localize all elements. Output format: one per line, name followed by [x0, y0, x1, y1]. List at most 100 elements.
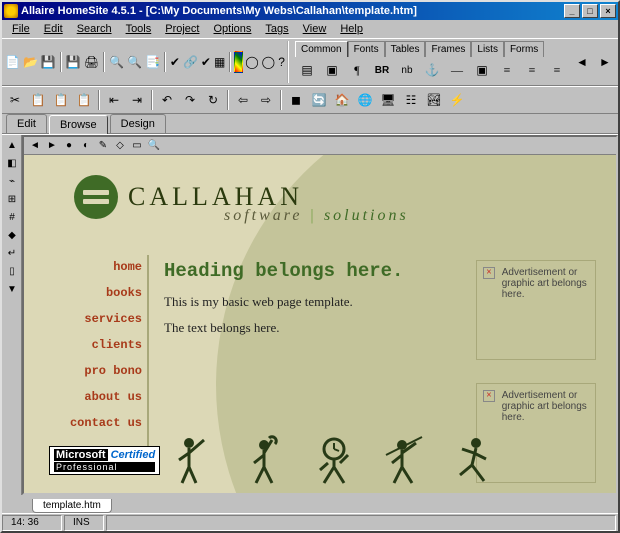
nav-books[interactable]: books: [54, 286, 142, 300]
anchor-button[interactable]: ⚓: [420, 59, 444, 81]
nav-about-us[interactable]: about us: [54, 390, 142, 404]
view-tab-edit[interactable]: Edit: [6, 114, 47, 133]
spell-check-button[interactable]: ✔: [200, 51, 212, 73]
nav-services[interactable]: services: [54, 312, 142, 326]
image-button[interactable]: ▣: [470, 59, 494, 81]
print-button[interactable]: 🖨: [83, 51, 100, 73]
help-button[interactable]: ?: [277, 51, 286, 73]
replace-button[interactable]: 🔍: [126, 51, 143, 73]
browser-doc-icon[interactable]: ▭: [130, 139, 144, 153]
refresh-button[interactable]: 🔄: [308, 89, 330, 111]
link-check-button[interactable]: 🔗: [182, 51, 199, 73]
cat-tab-frames[interactable]: Frames: [425, 41, 471, 57]
browser-back-icon[interactable]: ◄: [28, 139, 42, 153]
maximize-button[interactable]: □: [582, 4, 598, 18]
menu-tools[interactable]: Tools: [120, 22, 158, 36]
cat-scroll-right-button[interactable]: ►: [594, 51, 616, 73]
menu-bar: File Edit Search Tools Project Options T…: [2, 20, 618, 38]
cat-tab-lists[interactable]: Lists: [471, 41, 504, 57]
indent-button[interactable]: ⇥: [126, 89, 148, 111]
outdent-button[interactable]: ⇤: [103, 89, 125, 111]
repeat-tag-button[interactable]: ↻: [202, 89, 224, 111]
menu-view[interactable]: View: [297, 22, 333, 36]
gutter-up-arrow-icon[interactable]: ▲: [4, 137, 20, 153]
thumbnail-button[interactable]: ▦: [213, 51, 226, 73]
find-in-files-button[interactable]: 📑: [144, 51, 161, 73]
nav-pro-bono[interactable]: pro bono: [54, 364, 142, 378]
stop-button[interactable]: ◼: [285, 89, 307, 111]
page-body-1: This is my basic web page template.: [164, 294, 424, 310]
olympic-button[interactable]: ◯: [244, 51, 259, 73]
paste-button[interactable]: 📋: [50, 89, 72, 111]
menu-help[interactable]: Help: [334, 22, 369, 36]
cat-tab-tables[interactable]: Tables: [385, 41, 426, 57]
save-all-button[interactable]: 💾: [65, 51, 82, 73]
redo-button[interactable]: ↷: [179, 89, 201, 111]
palette-button[interactable]: [234, 51, 243, 73]
gutter-doc-icon[interactable]: ▯: [4, 263, 20, 279]
reveal-tags-button[interactable]: ⚡: [446, 89, 468, 111]
browse-fwd-button[interactable]: ⇨: [255, 89, 277, 111]
menu-project[interactable]: Project: [159, 22, 205, 36]
br-button[interactable]: BR: [370, 59, 394, 81]
align-left-button[interactable]: ≡: [495, 59, 519, 81]
gutter-pin-icon[interactable]: ◆: [4, 227, 20, 243]
browser-tag-icon[interactable]: ◇: [113, 139, 127, 153]
gutter-tag-icon[interactable]: ◧: [4, 155, 20, 171]
browser-search-icon[interactable]: 🔍: [147, 139, 161, 153]
menu-tags[interactable]: Tags: [259, 22, 294, 36]
quickstart-button[interactable]: ▤: [295, 59, 319, 81]
gutter-trigger-icon[interactable]: ⊞: [4, 191, 20, 207]
new-file-button[interactable]: 📄: [4, 51, 21, 73]
olympic2-button[interactable]: ◯: [261, 51, 276, 73]
menu-file[interactable]: File: [6, 22, 36, 36]
bookmark-button[interactable]: 🏞: [423, 89, 445, 111]
nbsp-button[interactable]: nb: [395, 59, 419, 81]
page-nav: home books services clients pro bono abo…: [54, 260, 142, 442]
gutter-down-arrow-icon[interactable]: ▼: [4, 281, 20, 297]
view-tab-browse[interactable]: Browse: [49, 115, 108, 134]
open-file-button[interactable]: 📂: [22, 51, 39, 73]
stylesheet-button[interactable]: ☷: [400, 89, 422, 111]
file-tab-template[interactable]: template.htm: [32, 499, 112, 513]
gutter-hash-icon[interactable]: #: [4, 209, 20, 225]
monitor-button[interactable]: 🖥: [377, 89, 399, 111]
world-button[interactable]: 🌐: [354, 89, 376, 111]
copy-button[interactable]: 📋: [27, 89, 49, 111]
cat-tab-fonts[interactable]: Fonts: [348, 41, 385, 57]
clipboard-button[interactable]: 📋: [73, 89, 95, 111]
gutter-wrap-icon[interactable]: ↵: [4, 245, 20, 261]
hr-button[interactable]: —: [445, 59, 469, 81]
menu-options[interactable]: Options: [208, 22, 258, 36]
browser-stop-icon[interactable]: ●: [62, 139, 76, 153]
align-center-button[interactable]: ≡: [520, 59, 544, 81]
figure-running-icon: [454, 435, 494, 485]
gutter-key-icon[interactable]: ⌁: [4, 173, 20, 189]
cut-button[interactable]: ✂: [4, 89, 26, 111]
menu-search[interactable]: Search: [71, 22, 118, 36]
nav-contact-us[interactable]: contact us: [54, 416, 142, 430]
nav-home[interactable]: home: [54, 260, 142, 274]
body-button[interactable]: ▣: [320, 59, 344, 81]
close-button[interactable]: ×: [600, 4, 616, 18]
browser-edit-icon[interactable]: ✎: [96, 139, 110, 153]
browser-refresh-icon[interactable]: ◐: [79, 139, 93, 153]
para-button[interactable]: ¶: [345, 59, 369, 81]
toolbar-edit: ✂ 📋 📋 📋 ⇤ ⇥ ↶ ↷ ↻ ⇦ ⇨ ◼ 🔄 🏠 🌐 🖥 ☷ 🏞 ⚡: [2, 86, 618, 114]
browser-fwd-icon[interactable]: ►: [45, 139, 59, 153]
cat-scroll-left-button[interactable]: ◄: [571, 51, 593, 73]
undo-button[interactable]: ↶: [156, 89, 178, 111]
align-right-button[interactable]: ≡: [545, 59, 569, 81]
broken-image-icon: ×: [483, 390, 495, 402]
save-button[interactable]: 💾: [40, 51, 57, 73]
validate-button[interactable]: ✔: [169, 51, 181, 73]
find-button[interactable]: 🔍: [108, 51, 125, 73]
cat-tab-forms[interactable]: Forms: [504, 41, 544, 57]
menu-edit[interactable]: Edit: [38, 22, 69, 36]
view-tab-design[interactable]: Design: [110, 114, 166, 133]
browse-back-button[interactable]: ⇦: [232, 89, 254, 111]
cat-tab-common[interactable]: Common: [295, 41, 348, 57]
minimize-button[interactable]: _: [564, 4, 580, 18]
home-button[interactable]: 🏠: [331, 89, 353, 111]
nav-clients[interactable]: clients: [54, 338, 142, 352]
